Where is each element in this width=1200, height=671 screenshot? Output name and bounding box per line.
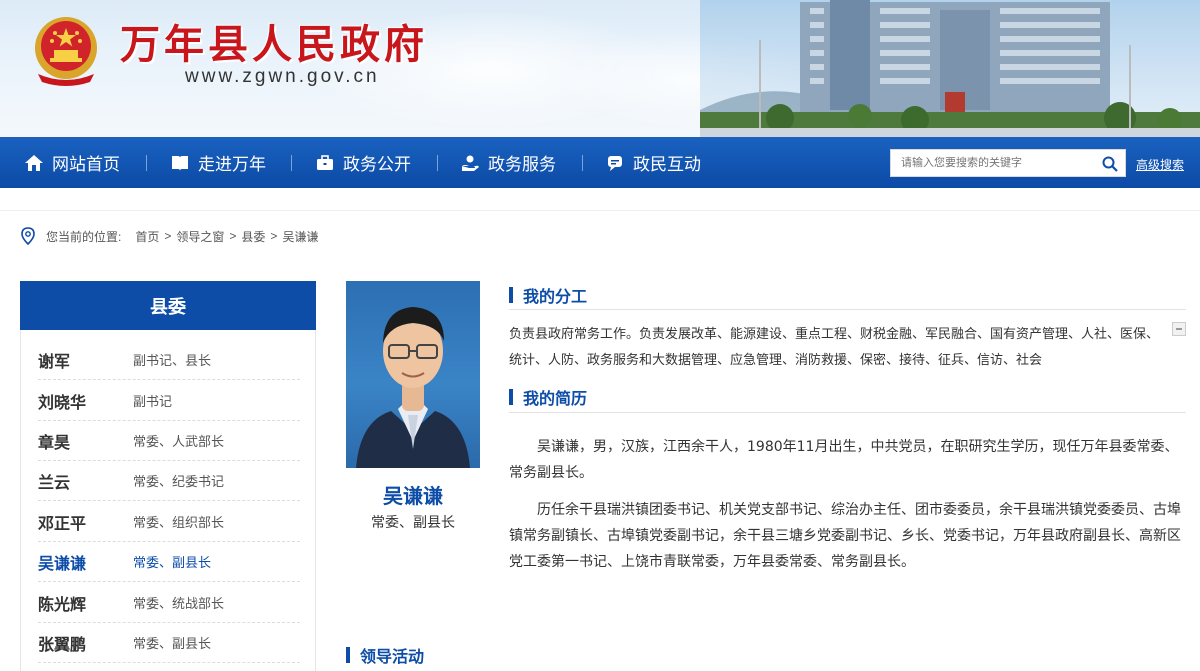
hand-service-icon bbox=[462, 155, 479, 171]
activities-heading-label: 领导活动 bbox=[360, 647, 425, 666]
book-icon bbox=[172, 155, 188, 171]
breadcrumb-leaders[interactable]: 领导之窗 bbox=[176, 228, 224, 245]
leader-title: 常委、纪委书记 bbox=[133, 475, 225, 490]
site-url: www.zgwn.gov.cn bbox=[185, 66, 380, 87]
leader-item[interactable]: 刘晓华 副书记 bbox=[38, 381, 300, 421]
nav-label: 网站首页 bbox=[52, 155, 120, 174]
divider bbox=[0, 210, 1200, 211]
duties-heading-label: 我的分工 bbox=[523, 287, 588, 306]
nav-divider bbox=[437, 155, 438, 171]
leader-title-text: 常委、副县长 bbox=[371, 515, 455, 531]
section-bar bbox=[509, 389, 513, 405]
nav-divider bbox=[582, 155, 583, 171]
duties-text: 负责县政府常务工作。负责发展改革、能源建设、重点工程、财税金融、军民融合、国有资… bbox=[509, 327, 1159, 368]
briefcase-icon bbox=[317, 154, 333, 170]
leader-item[interactable]: 兰云 常委、纪委书记 bbox=[38, 461, 300, 501]
leader-item[interactable]: 陈光辉 常委、统战部长 bbox=[38, 583, 300, 623]
nav-divider bbox=[146, 155, 147, 171]
leader-item[interactable]: 谢军 副书记、县长 bbox=[38, 340, 300, 380]
leader-title: 常委、统战部长 bbox=[133, 597, 225, 612]
section-divider bbox=[509, 412, 1186, 413]
breadcrumb-separator: > bbox=[164, 229, 172, 243]
search-input[interactable] bbox=[891, 150, 1097, 176]
resume-paragraph: 吴谦谦，男，汉族，江西余干人，1980年11月出生，中共党员，在职研究生学历，现… bbox=[509, 439, 1179, 481]
leader-name: 邓正平 bbox=[38, 513, 87, 533]
section-bar bbox=[346, 647, 350, 663]
leader-title: 常委、副县长 bbox=[133, 637, 212, 652]
breadcrumb-prefix: 您当前的位置: bbox=[46, 229, 122, 244]
leader-title: 常委、组织部长 bbox=[133, 516, 225, 531]
breadcrumb-county-committee[interactable]: 县委 bbox=[241, 228, 265, 245]
nav-item-interaction[interactable]: 政民互动 bbox=[605, 137, 701, 188]
breadcrumb-home[interactable]: 首页 bbox=[135, 228, 159, 245]
nav-divider bbox=[291, 155, 292, 171]
search-box bbox=[890, 149, 1126, 177]
leader-item[interactable]: 张翼鹏 常委、副县长 bbox=[38, 623, 300, 663]
leader-item[interactable]: 章昊 常委、人武部长 bbox=[38, 421, 300, 461]
nav-label: 走进万年 bbox=[198, 155, 266, 174]
resume-heading-label: 我的简历 bbox=[523, 389, 588, 408]
leader-title: 副书记、县长 bbox=[133, 354, 212, 369]
breadcrumb-separator: > bbox=[270, 229, 278, 243]
sidebar-heading: 县委 bbox=[20, 281, 316, 330]
leader-title: 常委、人武部长 bbox=[133, 435, 225, 450]
chat-icon bbox=[608, 155, 622, 171]
national-emblem-icon bbox=[35, 17, 97, 86]
leader-name-heading: 吴谦谦 bbox=[383, 484, 443, 508]
leader-name: 章昊 bbox=[38, 432, 71, 452]
leader-portrait-image bbox=[346, 281, 480, 468]
nav-label: 政务公开 bbox=[343, 155, 411, 174]
section-divider bbox=[509, 309, 1186, 310]
government-building-image bbox=[700, 0, 1200, 137]
breadcrumb-current: 吴谦谦 bbox=[282, 229, 319, 244]
nav-label: 政务服务 bbox=[488, 155, 556, 174]
leader-item-active[interactable]: 吴谦谦 常委、副县长 bbox=[38, 542, 300, 582]
leader-name: 张翼鹏 bbox=[38, 634, 87, 654]
leader-name: 兰云 bbox=[38, 472, 71, 492]
leader-title: 常委、副县长 bbox=[133, 556, 212, 571]
leader-name: 陈光辉 bbox=[38, 594, 87, 614]
leader-item[interactable]: 邓正平 常委、组织部长 bbox=[38, 502, 300, 542]
nav-label: 政民互动 bbox=[633, 155, 701, 174]
resume-paragraph: 历任余干县瑞洪镇团委书记、机关党支部书记、综治办主任、团市委委员，余干县瑞洪镇党… bbox=[509, 502, 1181, 570]
duties-scrollbar[interactable] bbox=[1172, 322, 1186, 336]
nav-item-gov-public[interactable]: 政务公开 bbox=[315, 137, 411, 188]
nav-item-home[interactable]: 网站首页 bbox=[24, 137, 120, 188]
location-pin-icon bbox=[21, 227, 35, 245]
leader-name: 谢军 bbox=[38, 351, 71, 371]
header-banner: 万年县人民政府 www.zgwn.gov.cn bbox=[0, 0, 1200, 137]
breadcrumb: 您当前的位置: 首页 > 领导之窗 > 县委 > 吴谦谦 bbox=[20, 226, 318, 246]
site-title[interactable]: 万年县人民政府 bbox=[120, 12, 428, 70]
portrait-illustration bbox=[356, 307, 470, 468]
leader-title: 副书记 bbox=[133, 395, 173, 410]
nav-item-gov-service[interactable]: 政务服务 bbox=[460, 137, 556, 188]
nav-item-about[interactable]: 走进万年 bbox=[170, 137, 266, 188]
activities-heading: 领导活动 bbox=[346, 643, 424, 667]
leader-name: 刘晓华 bbox=[38, 392, 87, 412]
advanced-search-link[interactable]: 高级搜索 bbox=[1136, 156, 1184, 173]
resume-heading: 我的简历 bbox=[509, 385, 587, 409]
home-icon bbox=[25, 154, 43, 171]
leader-list: 谢军 副书记、县长 刘晓华 副书记 章昊 常委、人武部长 兰云 常委、纪委书记 … bbox=[20, 330, 316, 671]
duties-heading: 我的分工 bbox=[509, 283, 587, 307]
section-bar bbox=[509, 287, 513, 303]
search-icon[interactable] bbox=[1101, 155, 1119, 173]
leader-name: 吴谦谦 bbox=[38, 553, 87, 573]
breadcrumb-separator: > bbox=[229, 229, 237, 243]
